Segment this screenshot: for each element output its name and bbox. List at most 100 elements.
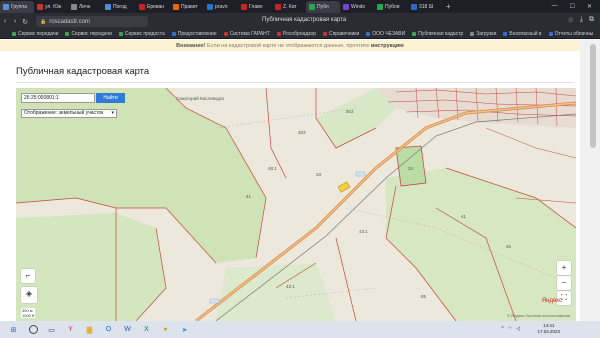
bookmark-item[interactable]: Рособрнадзор	[276, 31, 316, 37]
tab-label: Личн	[79, 3, 91, 10]
cadastral-search-input[interactable]: 26:25:000801:1	[21, 93, 95, 103]
chevron-up-icon[interactable]: ^	[501, 326, 503, 332]
bookmark-label: Сервис передачи	[18, 31, 59, 37]
volume-icon[interactable]: ◁	[516, 326, 520, 332]
bookmark-item[interactable]: Предоставление	[171, 31, 217, 37]
yandex-logo: Яндекс	[541, 298, 562, 304]
tab-label: Z. Кат	[283, 3, 297, 10]
browser-tab[interactable]: Погод	[102, 1, 136, 12]
task-view-icon[interactable]: ▭	[46, 324, 57, 335]
bookmark-item[interactable]: Сервис передачи	[12, 31, 58, 37]
system-tray: ^ ◠ ◁	[501, 326, 520, 332]
layer-select-value: Отображение: земельный участок	[24, 110, 104, 116]
browser-tab[interactable]: Ереван	[136, 1, 170, 12]
browser-tab[interactable]: Группа	[0, 1, 34, 13]
bookmark-item[interactable]: Система ГАРАНТ	[223, 31, 270, 37]
tab-favicon-icon	[3, 4, 9, 10]
layers-button[interactable]: ◈	[21, 287, 37, 303]
tab-favicon-icon	[343, 3, 349, 10]
bookmark-item[interactable]: Безопасный в	[503, 31, 542, 37]
bookmark-item[interactable]: Справочники	[322, 31, 359, 37]
browser-tab[interactable]: pravo	[204, 1, 238, 12]
layer-select[interactable]: Отображение: земельный участок ▾	[21, 109, 117, 118]
scrollbar-thumb[interactable]	[590, 44, 596, 148]
tab-favicon-icon	[411, 3, 417, 10]
telegram-icon[interactable]: ➤	[179, 324, 190, 335]
extensions-icon[interactable]: ⧉	[589, 16, 594, 24]
network-icon[interactable]: ◠	[508, 326, 512, 332]
browser-tab[interactable]: Главн	[238, 1, 272, 12]
cadastral-map[interactable]: Санаторий Кисловодск 503 303 33 48:1 41 …	[16, 88, 576, 321]
url-field[interactable]: 🔒 roscadastr.com	[36, 16, 148, 27]
minimize-button[interactable]: —	[552, 3, 558, 10]
browser-tab[interactable]: Windo	[340, 1, 374, 12]
tab-label: Публи	[385, 3, 400, 10]
system-clock[interactable]: 14:41 17.04.2023	[537, 323, 560, 335]
yandex-browser-icon[interactable]: Y	[65, 324, 76, 335]
svg-text:45: 45	[506, 244, 512, 249]
chrome-icon[interactable]: ●	[160, 324, 171, 335]
svg-text:503: 503	[346, 109, 354, 114]
forward-icon[interactable]: ›	[10, 18, 20, 25]
bookmark-item[interactable]: Публичная кадастр	[412, 31, 463, 37]
map-scale: 300 м 1000 ft	[21, 308, 36, 318]
browser-tab[interactable]: Публ	[306, 1, 340, 13]
fullscreen-toggle-button[interactable]: ⌐	[21, 269, 35, 283]
bookmark-label: Рособрнадзор	[282, 31, 316, 37]
find-button[interactable]: Найти	[96, 93, 125, 103]
bookmark-item[interactable]: Сервис предоста	[118, 31, 165, 37]
file-explorer-icon[interactable]: ▇	[84, 324, 95, 335]
page-scrollbar[interactable]	[580, 40, 600, 321]
outlook-icon[interactable]: O	[103, 324, 114, 335]
bookmark-item[interactable]: Отчеты облачны	[548, 31, 593, 37]
svg-text:85: 85	[421, 294, 427, 299]
address-bar-actions: ☆ ⤓ ⧉	[568, 16, 594, 24]
downloads-icon[interactable]: ⤓	[580, 16, 583, 24]
tab-favicon-icon	[105, 3, 111, 10]
divider	[16, 82, 574, 83]
browser-tab[interactable]: Z. Кат	[272, 1, 306, 12]
window-controls: — ☐ ✕	[552, 3, 600, 10]
word-icon[interactable]: W	[122, 324, 133, 335]
bookmark-icon[interactable]: ☆	[568, 16, 574, 24]
search-icon[interactable]	[29, 325, 38, 334]
bookmark-item[interactable]: Сервис передачи	[65, 31, 112, 37]
browser-tab[interactable]: Личн	[68, 1, 102, 12]
zoom-in-button[interactable]: +	[557, 261, 571, 275]
warning-prefix: Внимание!	[176, 42, 206, 49]
tab-label: Погод	[113, 3, 127, 10]
bookmark-label: Система ГАРАНТ	[229, 31, 270, 37]
bookmarks-bar: Сервис передачи Сервис передачи Сервис пре…	[0, 30, 600, 39]
reload-icon[interactable]: ↻	[20, 18, 30, 26]
browser-tab[interactable]: 318 Ш	[408, 1, 442, 12]
svg-text:34: 34	[408, 166, 414, 171]
browser-tab[interactable]: Правит	[170, 1, 204, 12]
map-canvas[interactable]: Санаторий Кисловодск 503 303 33 48:1 41 …	[16, 88, 576, 321]
excel-icon[interactable]: X	[141, 324, 152, 335]
url-text: roscadastr.com	[49, 18, 90, 25]
bookmark-label: ООО ЧЕЗАВИ	[372, 31, 406, 37]
back-icon[interactable]: ‹	[0, 18, 10, 25]
bookmark-item[interactable]: Загрузки	[470, 31, 496, 37]
windows-start-icon[interactable]: ⊞	[8, 324, 19, 335]
tab-label: pravo	[215, 3, 228, 10]
tab-favicon-icon	[139, 3, 145, 10]
bookmark-item[interactable]: ООО ЧЕЗАВИ	[366, 31, 405, 37]
tab-favicon-icon	[207, 3, 213, 10]
zoom-out-button[interactable]: −	[557, 276, 571, 290]
browser-tab[interactable]: Публи	[374, 1, 408, 12]
bookmark-favicon-icon	[503, 32, 508, 36]
tab-favicon-icon	[241, 3, 247, 10]
close-button[interactable]: ✕	[587, 3, 592, 10]
warning-text: Если на кадастровой карте не отображаютс…	[207, 42, 370, 49]
tab-favicon-icon	[37, 3, 43, 10]
tab-favicon-icon	[71, 3, 77, 10]
bookmark-favicon-icon	[548, 32, 553, 36]
new-tab-button[interactable]: +	[442, 2, 455, 11]
svg-text:Санаторий Кисловодск: Санаторий Кисловодск	[176, 95, 224, 101]
map-copyright[interactable]: © Яндекс Условия использования	[507, 313, 570, 318]
instruction-link[interactable]: инструкцию	[371, 43, 404, 49]
browser-tab[interactable]: ул. Юж	[34, 1, 68, 12]
bookmark-favicon-icon	[12, 32, 16, 36]
maximize-button[interactable]: ☐	[570, 3, 575, 10]
